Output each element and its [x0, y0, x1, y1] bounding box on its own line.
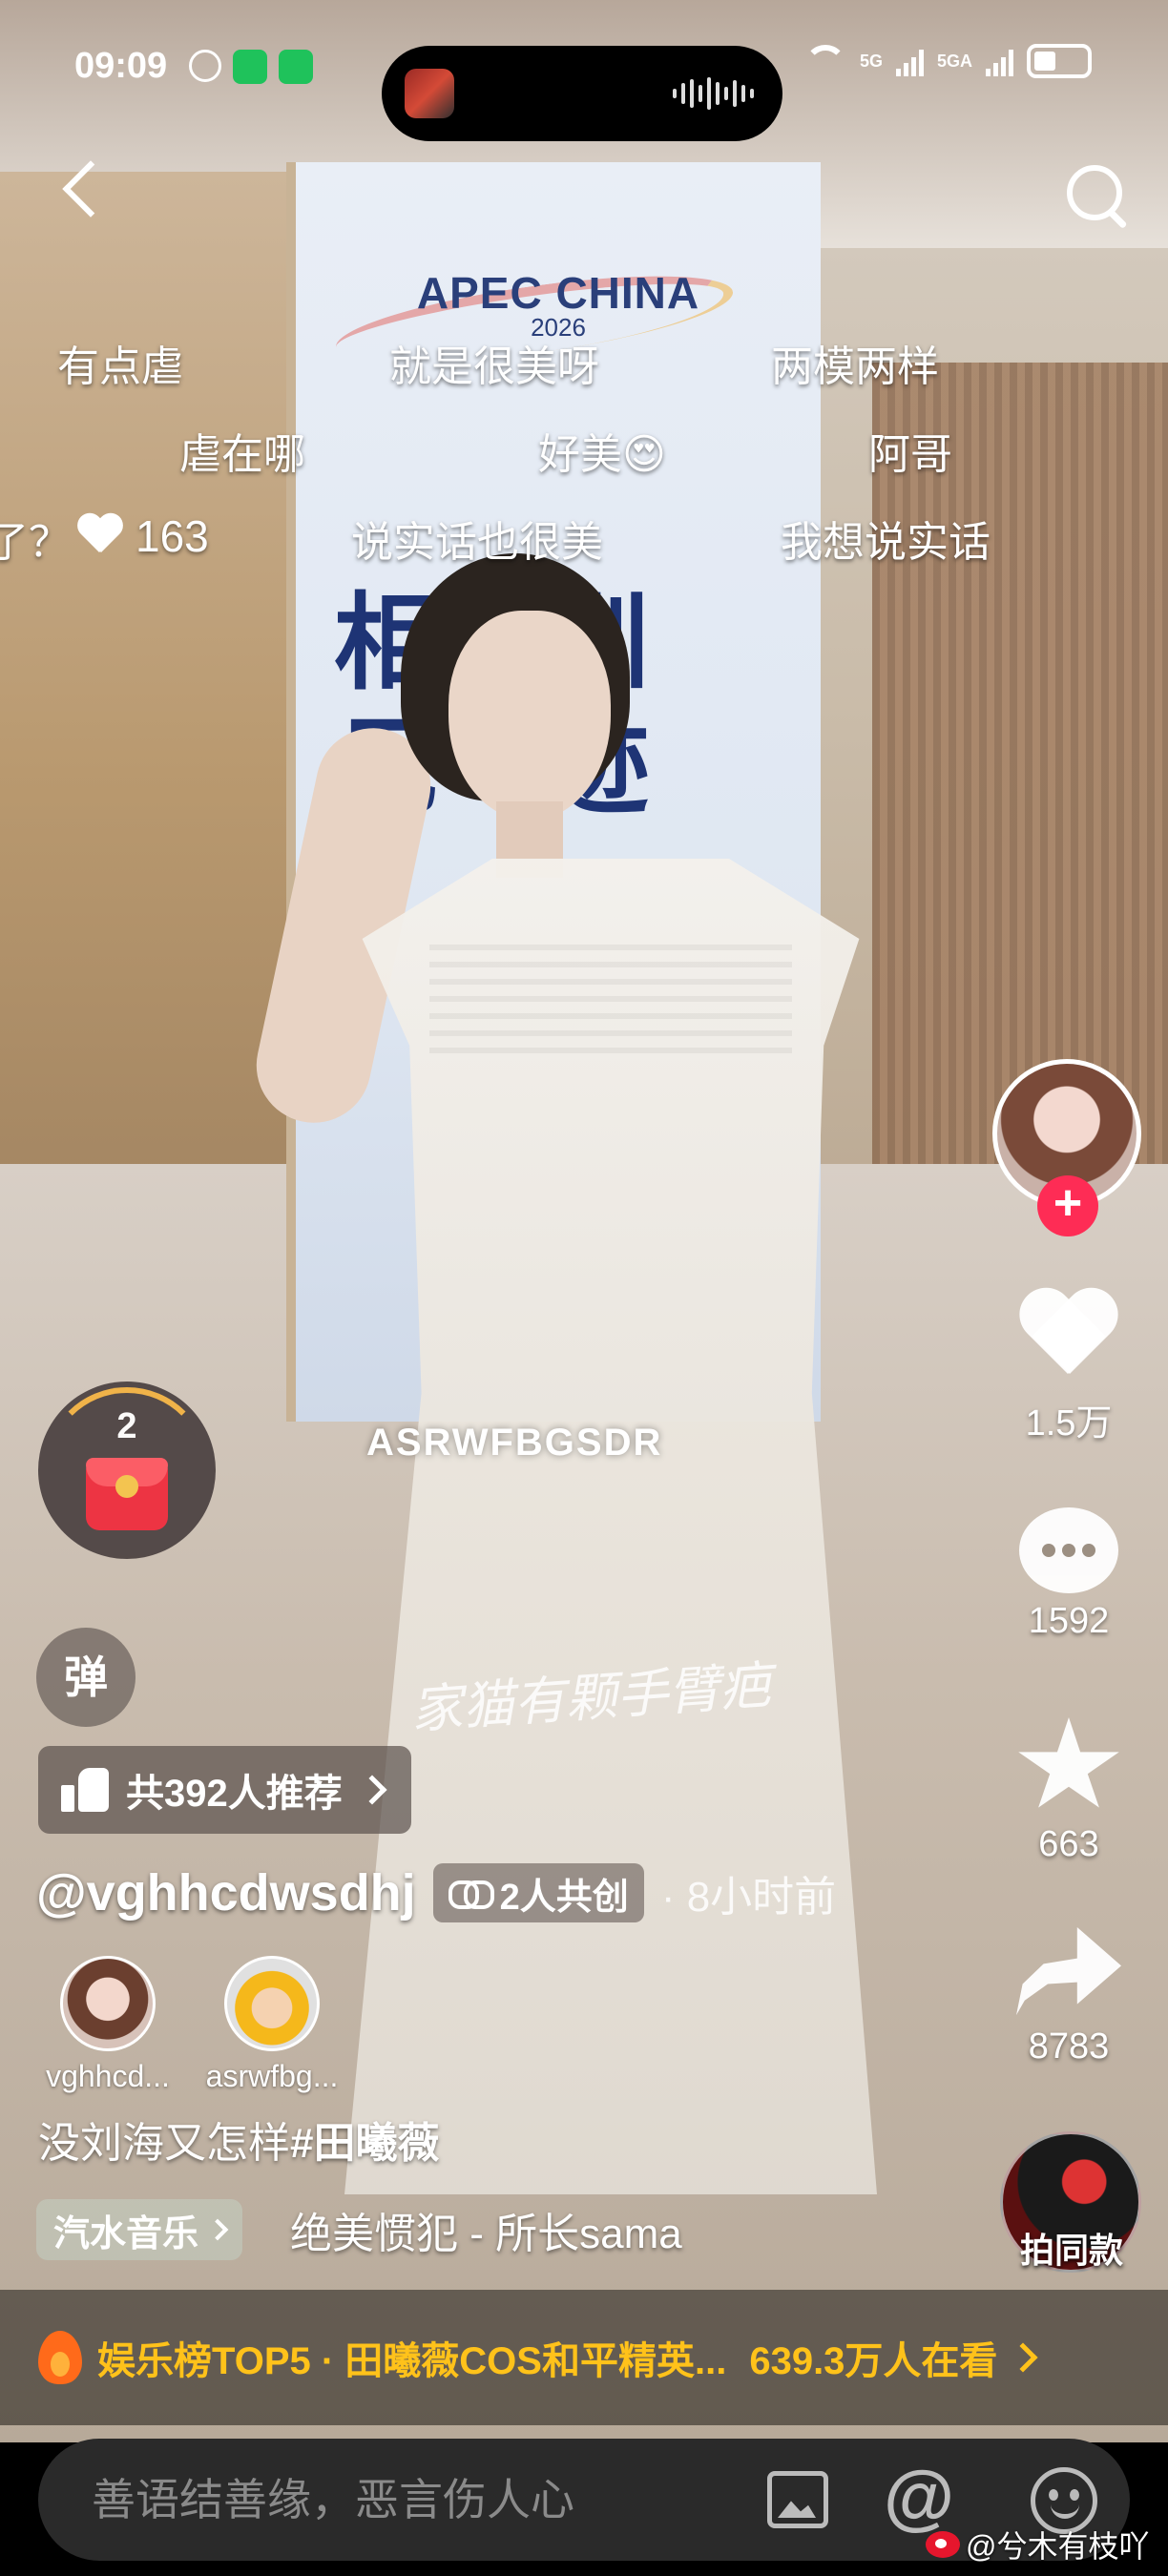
caption-hashtag[interactable]: #田曦薇: [290, 2120, 439, 2167]
signal-icon-1: [895, 46, 924, 76]
now-playing-artwork: [405, 69, 454, 118]
video-caption: 没刘海又怎样#田曦薇: [38, 2109, 439, 2170]
alarm-icon: [189, 50, 221, 82]
follow-plus-button[interactable]: +: [1037, 1175, 1098, 1236]
avatar: [224, 1956, 320, 2051]
signal-icon-2: [986, 46, 1013, 76]
source-watermark: @兮木有枝吖: [926, 2523, 1150, 2566]
music-app-tag[interactable]: 汽水音乐: [36, 2199, 243, 2260]
hot-viewers: 639.3万人在看: [749, 2340, 998, 2382]
status-notification-icons: [189, 50, 313, 84]
red-envelope-seal: [115, 1475, 138, 1498]
share-arrow-icon: [1016, 1927, 1121, 2016]
caption-text: 没刘海又怎样: [38, 2120, 290, 2167]
author-username[interactable]: @vghhcdwsdhj: [36, 1863, 416, 1922]
status-time: 09:09: [74, 46, 168, 86]
back-button[interactable]: [57, 157, 115, 234]
music-row: 汽水音乐 绝美惯犯 - 所长sama: [36, 2199, 682, 2260]
video-wall-right: [872, 363, 1168, 1193]
flame-icon: [38, 2331, 82, 2384]
comment-button[interactable]: 1592: [1002, 1507, 1136, 1642]
banner-title: APEC CHINA: [416, 268, 700, 318]
favorite-button[interactable]: 663: [1002, 1717, 1136, 1865]
danmaku-like-count: 163: [136, 511, 209, 561]
share-count: 8783: [1028, 2026, 1110, 2067]
danmaku-item[interactable]: 我想说实话: [781, 508, 991, 569]
music-title[interactable]: 绝美惯犯 - 所长sama: [290, 2199, 682, 2260]
status-system-icons: 5G 5GA: [803, 44, 1092, 78]
like-count: 1.5万: [1025, 1403, 1113, 1444]
heart-icon: [76, 514, 124, 558]
danmaku-item[interactable]: 好美😍: [538, 420, 666, 481]
mini-program-icon: [279, 50, 313, 84]
chevron-right-icon: [357, 1775, 387, 1805]
hot-list-text: 娱乐榜TOP5 · 田曦薇COS和平精英...: [97, 2340, 727, 2382]
avatar: [60, 1956, 156, 2051]
hot-list-bar[interactable]: 娱乐榜TOP5 · 田曦薇COS和平精英... 639.3万人在看: [0, 2290, 1168, 2425]
comment-input[interactable]: [92, 2439, 702, 2561]
search-button[interactable]: [1059, 157, 1136, 234]
chevron-right-icon: [1008, 2342, 1038, 2373]
link-icon: [448, 1880, 494, 1909]
recommend-pill[interactable]: 共392人推荐: [38, 1746, 411, 1834]
video-watermark: ASRWFBGSDR: [366, 1422, 663, 1464]
battery-icon: [1027, 44, 1092, 78]
video-wall-left: [0, 172, 286, 1174]
person-face: [448, 611, 611, 821]
dynamic-island[interactable]: [382, 46, 782, 141]
comment-count: 1592: [1028, 1601, 1110, 1641]
image-icon[interactable]: [767, 2471, 828, 2528]
danmaku-item[interactable]: 说实话也很美: [351, 508, 603, 569]
wifi-icon: [803, 45, 846, 77]
danmaku-toggle-button[interactable]: 弹: [36, 1628, 136, 1727]
like-button[interactable]: 1.5万: [1002, 1290, 1136, 1445]
music-app-label: 汽水音乐: [53, 2213, 199, 2254]
co-creator-name: asrwfbg...: [205, 2059, 339, 2093]
share-button[interactable]: 8783: [1002, 1927, 1136, 2067]
danmaku-like[interactable]: 163: [76, 510, 209, 562]
weibo-icon: [926, 2531, 960, 2558]
network-label-2: 5GA: [936, 51, 972, 71]
chevron-right-icon: [206, 2218, 229, 2241]
post-time: · 8小时前: [660, 1874, 837, 1921]
audio-wave-icon: [673, 76, 754, 111]
co-creator-item[interactable]: vghhcd...: [36, 1956, 179, 2094]
danmaku-item[interactable]: 有点虐: [57, 332, 183, 393]
danmaku-item[interactable]: 阿哥: [868, 420, 952, 481]
co-creator-list: vghhcd... asrwfbg...: [36, 1956, 344, 2094]
danmaku-item[interactable]: 就是很美呀: [389, 332, 599, 393]
dress-yoke: [429, 945, 792, 1059]
comment-icon: [1019, 1507, 1118, 1593]
red-packet-count: 2: [116, 1406, 137, 1446]
status-bar: 09:09 5G 5GA: [0, 29, 1168, 141]
recommend-label: 共392人推荐: [126, 1773, 343, 1815]
star-icon: [1018, 1717, 1119, 1808]
danmaku-item[interactable]: 两模两样: [771, 332, 939, 393]
cocreate-label: 2人共创: [499, 1877, 629, 1918]
cocreate-badge[interactable]: 2人共创: [432, 1863, 644, 1922]
network-label-1: 5G: [859, 51, 883, 71]
co-creator-name: vghhcd...: [46, 2059, 170, 2093]
author-row: @vghhcdwsdhj 2人共创 · 8小时前: [36, 1862, 836, 1923]
co-creator-item[interactable]: asrwfbg...: [200, 1956, 344, 2094]
red-packet-button[interactable]: 2: [38, 1381, 216, 1559]
danmaku-item[interactable]: 了？: [0, 508, 71, 569]
thumbs-up-icon: [61, 1768, 111, 1812]
heart-icon: [1016, 1290, 1121, 1385]
danmaku-item[interactable]: 虐在哪: [179, 420, 305, 481]
favorite-count: 663: [1038, 1824, 1099, 1864]
same-style-label[interactable]: 拍同款: [1010, 2223, 1134, 2273]
wechat-icon: [233, 50, 267, 84]
source-watermark-text: @兮木有枝吖: [966, 2529, 1150, 2564]
